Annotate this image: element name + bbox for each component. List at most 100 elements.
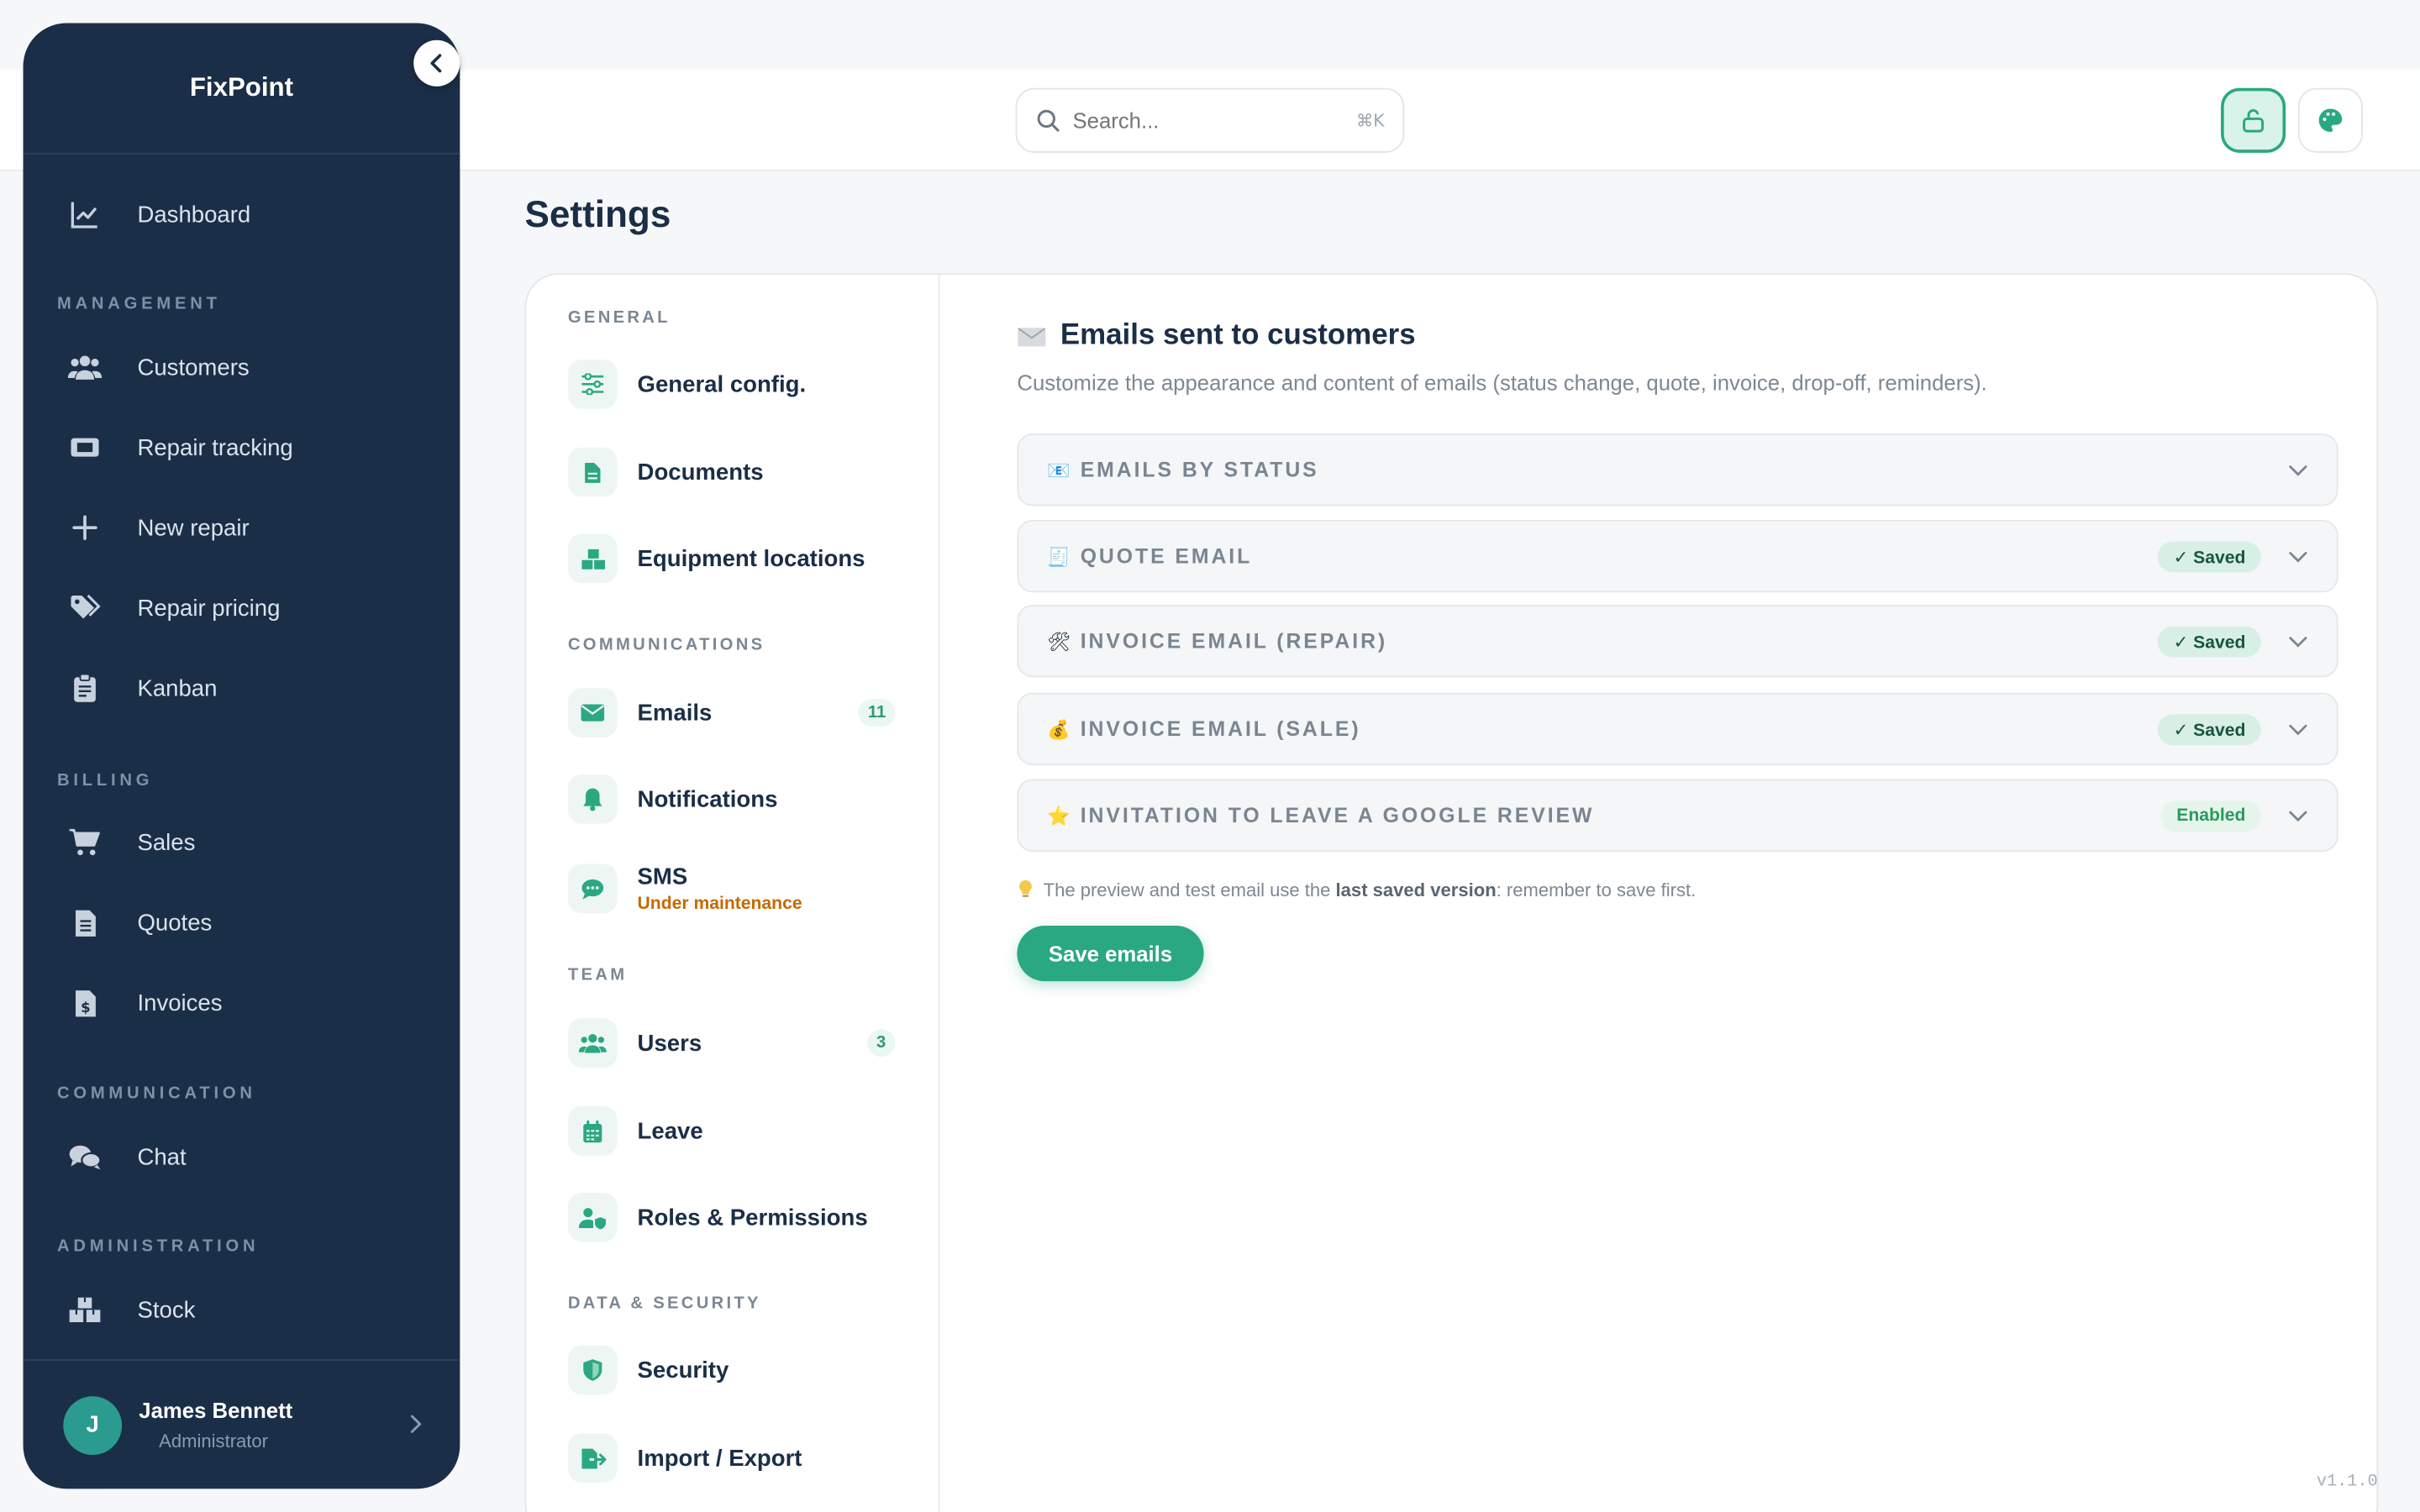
settings-item-general-config[interactable]: General config. <box>567 356 898 412</box>
settings-item-label: Documents <box>637 459 764 486</box>
envelope-icon <box>567 688 618 738</box>
settings-item-label: Security <box>637 1357 729 1383</box>
accordion-google-review[interactable]: ⭐ INVITATION TO LEAVE A GOOGLE REVIEW En… <box>1017 779 2338 852</box>
hint-emphasis: last saved version <box>1335 879 1497 901</box>
tags-icon <box>68 591 102 624</box>
file-icon <box>567 447 618 497</box>
settings-item-label: Users <box>637 1029 702 1057</box>
save-emails-button[interactable]: Save emails <box>1017 926 1204 982</box>
sidebar-item-new-repair[interactable]: New repair <box>24 496 460 558</box>
chevron-down-icon <box>2289 552 2307 563</box>
sidebar-item-label: Quotes <box>137 909 213 936</box>
settings-item-label: Notifications <box>637 785 778 813</box>
sidebar-item-label: Customers <box>137 354 250 381</box>
money-bag-emoji-icon: 💰 <box>1047 717 1071 740</box>
settings-item-emails[interactable]: Emails 11 <box>567 685 898 740</box>
avatar: J <box>63 1395 123 1455</box>
sidebar-item-label: Stock <box>137 1296 196 1323</box>
accordion-emails-by-status[interactable]: 📧 EMAILS BY STATUS <box>1017 433 2338 507</box>
settings-item-security[interactable]: Security <box>567 1342 898 1398</box>
sidebar-item-repair-pricing[interactable]: Repair pricing <box>24 577 460 638</box>
sidebar-item-label: Dashboard <box>137 201 251 228</box>
settings-item-label: Leave <box>637 1117 703 1144</box>
settings-item-leave[interactable]: Leave <box>567 1103 898 1158</box>
users-count-badge: 3 <box>866 1029 896 1058</box>
settings-card: GENERAL General config. Documents Equipm… <box>524 273 2379 1512</box>
user-profile[interactable]: J James Bennett Administrator <box>23 1359 460 1488</box>
sidebar-item-dashboard[interactable]: Dashboard <box>24 184 460 245</box>
sidebar: FixPoint Dashboard MANAGEMENT Customers … <box>23 23 460 1489</box>
calendar-icon <box>567 1105 618 1156</box>
panel-title: Emails sent to customers <box>1017 319 1416 353</box>
sidebar-item-chat[interactable]: Chat <box>24 1126 460 1188</box>
emails-count-badge: 11 <box>858 699 896 727</box>
cart-icon <box>68 826 102 859</box>
search-box[interactable]: ⌘K <box>1015 87 1405 153</box>
chevron-left-icon <box>430 54 442 73</box>
search-input[interactable] <box>1072 108 1357 133</box>
section-billing: BILLING <box>56 771 154 790</box>
sidebar-item-label: Sales <box>137 829 196 856</box>
accordion-title: INVOICE EMAIL (SALE) <box>1080 717 1361 741</box>
user-role: Administrator <box>159 1430 269 1452</box>
sidebar-item-label: New repair <box>137 514 250 541</box>
chevron-down-icon <box>2289 724 2307 736</box>
section-team: TEAM <box>567 965 628 984</box>
settings-item-documents[interactable]: Documents <box>567 444 898 500</box>
section-management: MANAGEMENT <box>56 294 221 313</box>
accordion-invoice-email-sale[interactable]: 💰 INVOICE EMAIL (SALE) ✓ Saved <box>1017 692 2338 766</box>
settings-item-roles[interactable]: Roles & Permissions <box>567 1189 898 1245</box>
settings-item-sms[interactable]: SMS Under maintenance <box>567 861 898 916</box>
sidebar-item-kanban[interactable]: Kanban <box>24 657 460 718</box>
chat-icon <box>68 1140 102 1173</box>
receipt-emoji-icon: 🧾 <box>1047 545 1071 567</box>
saved-badge: ✓ Saved <box>2158 540 2261 572</box>
sidebar-item-stock[interactable]: Stock <box>24 1279 460 1341</box>
sidebar-item-invoices[interactable]: $ Invoices <box>24 972 460 1033</box>
unlock-icon <box>2243 109 2265 133</box>
panel-title-text: Emails sent to customers <box>1060 319 1416 352</box>
section-administration: ADMINISTRATION <box>56 1237 260 1257</box>
sidebar-item-repair-tracking[interactable]: Repair tracking <box>24 417 460 478</box>
settings-item-users[interactable]: Users 3 <box>567 1016 898 1071</box>
ticket-icon <box>68 430 102 464</box>
accordion-title: EMAILS BY STATUS <box>1080 458 1319 482</box>
lock-button[interactable] <box>2221 87 2286 153</box>
sidebar-item-quotes[interactable]: Quotes <box>24 892 460 953</box>
save-hint: The preview and test email use the last … <box>1017 879 1696 901</box>
boxes-icon <box>68 1293 102 1326</box>
tools-emoji-icon: 🛠 <box>1046 630 1071 653</box>
envelope-icon <box>1018 327 1046 346</box>
saved-badge: ✓ Saved <box>2158 625 2261 657</box>
file-export-icon <box>567 1433 618 1483</box>
settings-item-notifications[interactable]: Notifications <box>567 771 898 827</box>
accordion-invoice-email-repair[interactable]: 🛠 INVOICE EMAIL (REPAIR) ✓ Saved <box>1017 604 2338 678</box>
enabled-badge: Enabled <box>2160 800 2261 832</box>
users-icon <box>67 350 103 384</box>
file-text-icon <box>68 906 102 939</box>
palette-icon <box>2318 108 2343 133</box>
email-emoji-icon: 📧 <box>1047 459 1071 481</box>
hint-text-end: : remember to save first. <box>1496 879 1697 901</box>
chevron-right-icon <box>410 1415 422 1433</box>
theme-button[interactable] <box>2297 87 2363 153</box>
settings-item-import-export[interactable]: Import / Export <box>567 1431 898 1486</box>
sidebar-item-customers[interactable]: Customers <box>24 336 460 397</box>
app-name: FixPoint <box>23 24 460 155</box>
collapse-sidebar-button[interactable] <box>413 39 460 87</box>
chart-line-icon <box>68 197 102 231</box>
page-title: Settings <box>524 194 671 237</box>
accordion-title: QUOTE EMAIL <box>1080 544 1253 568</box>
search-shortcut: ⌘K <box>1356 110 1385 131</box>
chevron-down-icon <box>2289 637 2307 648</box>
lightbulb-icon <box>1019 879 1032 898</box>
chevron-down-icon <box>2289 811 2307 822</box>
settings-item-equipment-locations[interactable]: Equipment locations <box>567 531 898 586</box>
settings-item-label: Import / Export <box>637 1445 802 1472</box>
accordion-quote-email[interactable]: 🧾 QUOTE EMAIL ✓ Saved <box>1017 519 2338 593</box>
section-data-security: DATA & SECURITY <box>567 1294 761 1314</box>
user-shield-icon <box>567 1192 618 1242</box>
shield-icon <box>567 1345 618 1395</box>
sidebar-item-sales[interactable]: Sales <box>24 811 460 873</box>
sms-icon <box>567 864 618 914</box>
